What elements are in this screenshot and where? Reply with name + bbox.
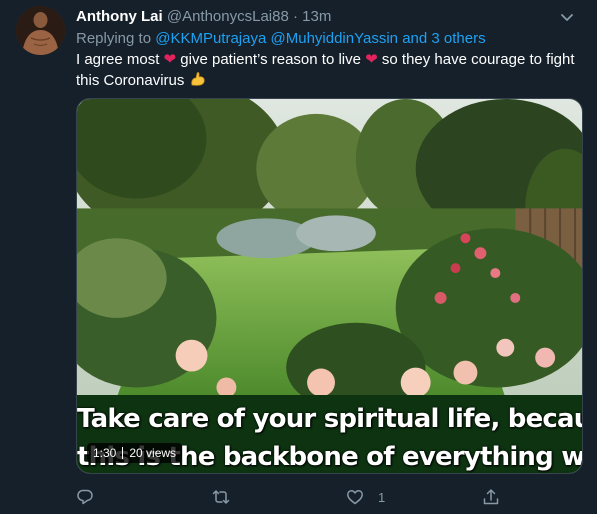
retweet-icon <box>212 490 230 504</box>
avatar[interactable] <box>16 6 65 55</box>
author-name[interactable]: Anthony Lai <box>76 8 163 25</box>
reply-user-link-2[interactable]: @MuhyiddinYassin <box>271 30 399 47</box>
share-button[interactable] <box>482 484 500 510</box>
reply-others-link[interactable]: and 3 others <box>402 30 485 47</box>
tweet-text-part-2: give patient’s reason to live <box>180 51 361 68</box>
reply-user-link-1[interactable]: @KKMPutrajaya <box>155 30 266 47</box>
video-caption-line-1: Take care of your spiritual life, becaus… <box>77 404 583 434</box>
chevron-down-icon[interactable] <box>557 8 577 28</box>
reply-icon <box>77 489 93 505</box>
tweet-header: Anthony Lai @AnthonycsLai88 · 13m <box>76 8 577 28</box>
video-player[interactable]: Take care of your spiritual life, becaus… <box>76 98 583 474</box>
heart-emoji-icon: ❤ <box>163 51 177 68</box>
badge-divider <box>122 447 124 459</box>
replying-to: Replying to @KKMPutrajaya @MuhyiddinYass… <box>76 30 486 47</box>
retweet-button[interactable] <box>212 484 230 510</box>
author-handle[interactable]: @AnthonycsLai88 <box>167 8 289 25</box>
share-icon <box>483 489 499 505</box>
replying-to-label: Replying to <box>76 30 152 47</box>
flexed-biceps-icon <box>189 70 207 88</box>
like-count: 1 <box>378 489 386 505</box>
tweet-text-part-1: I agree most <box>76 51 160 68</box>
tweet[interactable]: Anthony Lai @AnthonycsLai88 · 13m Replyi… <box>0 0 597 514</box>
separator-dot: · <box>293 8 298 25</box>
heart-emoji-icon: ❤ <box>365 51 378 68</box>
tweet-text: I agree most ❤ give patient’s reason to … <box>76 50 576 91</box>
timestamp[interactable]: 13m <box>302 8 331 25</box>
like-button[interactable]: 1 <box>346 484 385 510</box>
like-icon <box>347 489 363 505</box>
reply-button[interactable] <box>76 484 94 510</box>
video-duration: 1:30 <box>93 446 117 460</box>
tweet-actions: 1 <box>76 484 516 510</box>
video-views: 20 views <box>129 446 177 460</box>
video-stats-badge: 1:30 20 views <box>87 443 183 463</box>
